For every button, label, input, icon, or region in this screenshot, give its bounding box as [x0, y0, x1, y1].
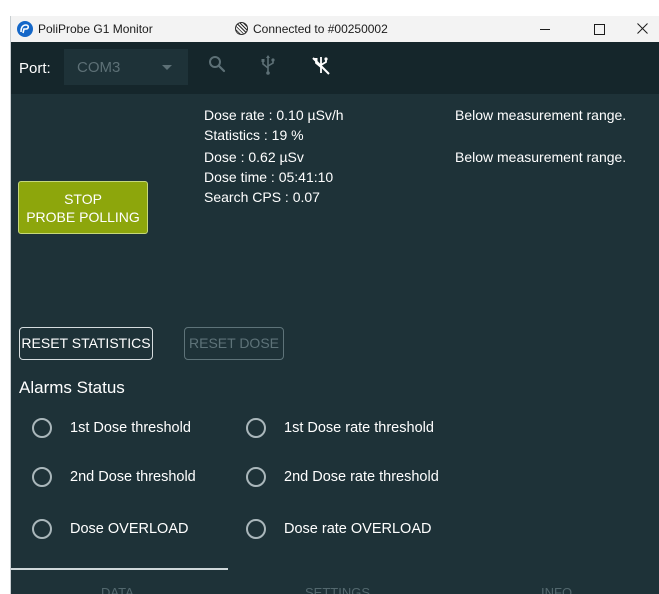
app-logo-icon	[17, 21, 33, 37]
alarm-label: Dose OVERLOAD	[70, 521, 189, 537]
close-icon	[637, 23, 648, 34]
dose-rate-note: Below measurement range.	[455, 107, 627, 123]
tab-data[interactable]: DATA	[101, 585, 134, 594]
alarm-indicator	[32, 467, 52, 487]
window-title: PoliProbe G1 Monitor	[38, 22, 153, 36]
toolbar: Port: COM3	[11, 42, 659, 94]
alarm-indicator	[246, 519, 266, 539]
usb-icon[interactable]	[261, 55, 275, 75]
close-button[interactable]	[620, 16, 659, 42]
connection-icon	[235, 22, 248, 35]
title-bar: PoliProbe G1 Monitor Connected to #00250…	[11, 16, 659, 42]
port-label: Port:	[19, 60, 51, 77]
alarm-label: 1st Dose rate threshold	[284, 420, 434, 436]
alarm-label: 1st Dose threshold	[70, 420, 191, 436]
tab-settings[interactable]: SETTINGS	[305, 585, 370, 594]
alarms-status-title: Alarms Status	[19, 378, 125, 397]
port-select[interactable]: COM3	[64, 49, 188, 85]
alarm-label: Dose rate OVERLOAD	[284, 521, 432, 537]
stop-probe-polling-button[interactable]: STOP PROBE POLLING	[18, 181, 148, 234]
dose-rate-reading: Dose rate : 0.10 µSv/h	[204, 107, 344, 123]
minimize-button[interactable]	[522, 16, 568, 42]
stop-button-label-line2: PROBE POLLING	[26, 209, 140, 225]
tab-info[interactable]: INFO	[541, 585, 572, 594]
reset-statistics-button[interactable]: RESET STATISTICS	[19, 327, 153, 360]
alarm-indicator	[246, 418, 266, 438]
alarm-label: 2nd Dose rate threshold	[284, 469, 439, 485]
connection-status: Connected to #00250002	[253, 22, 388, 36]
reset-dose-button[interactable]: RESET DOSE	[184, 327, 284, 360]
data-panel: Dose rate : 0.10 µSv/h Statistics : 19 %…	[11, 94, 659, 594]
statistics-reading: Statistics : 19 %	[204, 127, 304, 143]
usb-off-icon[interactable]	[311, 55, 331, 75]
search-icon[interactable]	[208, 55, 226, 73]
alarm-indicator	[246, 467, 266, 487]
alarm-indicator	[32, 418, 52, 438]
active-tab-indicator	[11, 568, 228, 570]
dose-reading: Dose : 0.62 µSv	[204, 149, 304, 165]
port-value: COM3	[77, 59, 121, 76]
alarm-indicator	[32, 519, 52, 539]
maximize-button[interactable]	[576, 16, 622, 42]
app-window: PoliProbe G1 Monitor Connected to #00250…	[10, 16, 659, 594]
alarm-label: 2nd Dose threshold	[70, 469, 196, 485]
dose-time-reading: Dose time : 05:41:10	[204, 169, 334, 185]
stop-button-label-line1: STOP	[64, 191, 102, 207]
dose-note: Below measurement range.	[455, 149, 627, 165]
search-cps-reading: Search CPS : 0.07	[204, 189, 320, 205]
chevron-down-icon	[162, 65, 172, 70]
